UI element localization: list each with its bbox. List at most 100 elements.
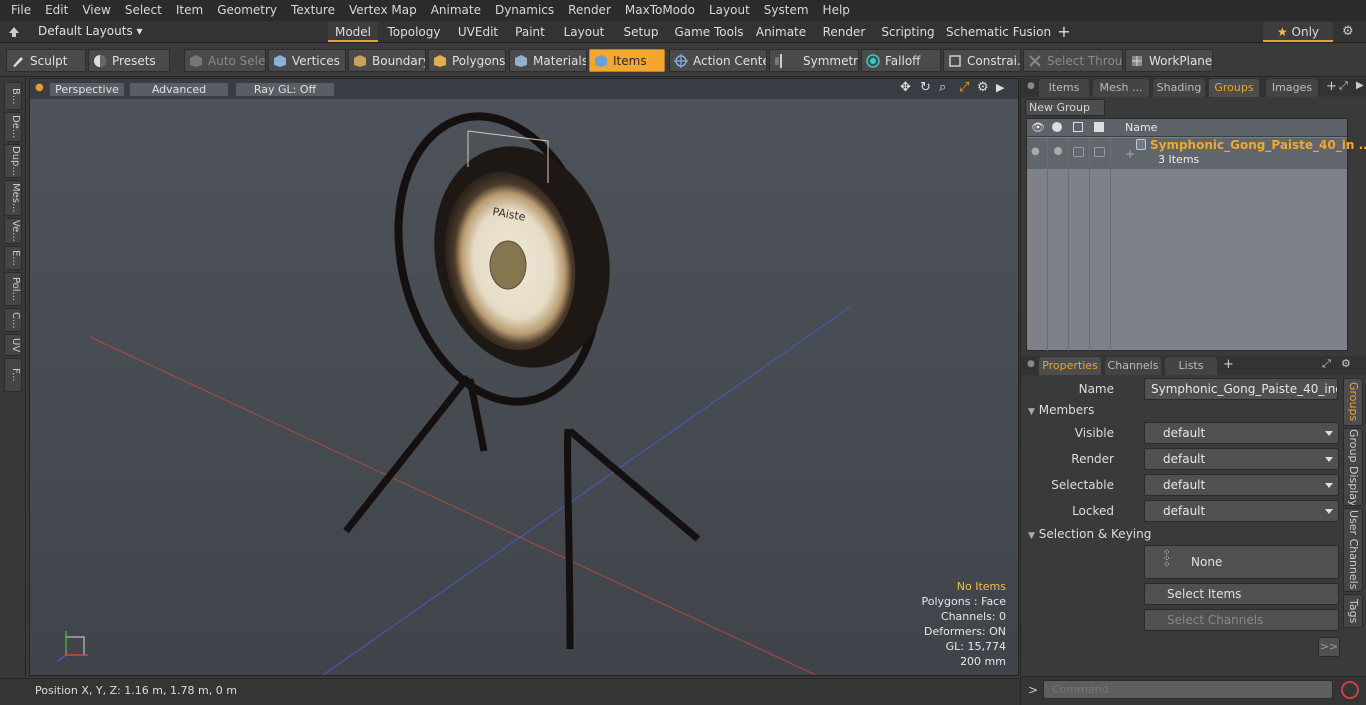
action-center-button[interactable]: Action Center [669,49,767,72]
render-icon[interactable] [1052,122,1062,132]
scene-canvas[interactable]: PAiste [30,79,1019,676]
left-tab-6[interactable]: Pol... [4,272,22,306]
selection-keying-section[interactable]: ▼ Selection & Keying [1028,525,1151,543]
selectable-dropdown[interactable]: default [1144,474,1339,496]
menu-layout[interactable]: Layout [702,0,757,21]
advanced-button[interactable]: Advanced [129,82,229,97]
record-icon[interactable] [1341,681,1359,699]
move-view-icon[interactable]: ✥ [900,80,911,95]
boundary-button[interactable]: Boundary [348,49,426,72]
left-tab-0[interactable]: B... [4,82,22,110]
mode-tab-uvedit[interactable]: UVEdit [452,22,504,42]
mode-tab-setup[interactable]: Setup [618,22,664,42]
panel-arrow-icon[interactable]: ▶ [1356,80,1364,91]
lock-icon[interactable] [1094,122,1104,132]
panel-tab-shading[interactable]: Shading [1153,79,1205,97]
mode-tab-topology[interactable]: Topology [384,22,444,42]
mode-tab-schematic-fusion[interactable]: Schematic Fusion [946,22,1051,42]
left-tab-8[interactable]: UV [4,334,22,356]
menu-select[interactable]: Select [118,0,169,21]
3d-viewport[interactable]: PAiste ● Perspective Advanced Ray GL: Of… [29,78,1019,676]
menu-texture[interactable]: Texture [284,0,342,21]
gear-icon[interactable]: ⚙ [1342,24,1354,39]
members-section[interactable]: ▼ Members [1028,401,1094,419]
menu-view[interactable]: View [75,0,117,21]
panel-tab-images[interactable]: Images [1266,79,1318,97]
mode-tab-scripting[interactable]: Scripting [878,22,938,42]
mode-tab-animate[interactable]: Animate [752,22,810,42]
falloff-button[interactable]: Falloff [861,49,941,72]
group-name[interactable]: Symphonic_Gong_Paiste_40_in ... [1150,138,1366,152]
select-channels-button[interactable]: Select Channels [1144,609,1339,631]
left-tab-1[interactable]: De... [4,112,22,142]
command-input[interactable] [1043,680,1333,699]
panel-tab-items[interactable]: Items [1039,79,1089,97]
workplane-button[interactable]: WorkPlane [1125,49,1213,72]
mode-tab-render[interactable]: Render [818,22,870,42]
menu-vertex-map[interactable]: Vertex Map [342,0,424,21]
menu-file[interactable]: File [4,0,38,21]
rotate-view-icon[interactable]: ↻ [920,80,931,95]
add-tab-button[interactable]: + [1057,22,1071,42]
add-panel-tab[interactable]: + [1326,79,1337,94]
mode-tab-game-tools[interactable]: Game Tools [670,22,748,42]
props-tab-properties[interactable]: Properties [1039,357,1101,375]
left-tab-2[interactable]: Dup... [4,144,22,178]
more-button[interactable]: >> [1318,637,1340,657]
menu-edit[interactable]: Edit [38,0,75,21]
raygl-button[interactable]: Ray GL: Off [235,82,335,97]
new-group-button[interactable]: New Group [1025,99,1105,116]
perspective-button[interactable]: Perspective [49,82,125,97]
presets-button[interactable]: Presets [88,49,170,72]
side-tab-tags[interactable]: Tags [1343,594,1363,628]
menu-dynamics[interactable]: Dynamics [488,0,561,21]
menu-render[interactable]: Render [561,0,618,21]
menu-item[interactable]: Item [169,0,210,21]
materials-button[interactable]: Materials [509,49,587,72]
name-field[interactable]: Symphonic_Gong_Paiste_40_inch_Rou [1144,378,1338,400]
vertices-button[interactable]: Vertices1 [268,49,346,72]
name-column-header[interactable]: Name [1125,121,1157,134]
mode-tab-model[interactable]: Model [328,22,378,42]
viewport-menu-icon[interactable]: ● [35,82,44,93]
props-menu-icon[interactable]: ● [1027,359,1035,369]
expand-arrow-icon[interactable]: ▶ [996,81,1004,94]
select-through-button[interactable]: Select Through [1023,49,1123,72]
visibility-eye-icon[interactable]: 👁 [1031,121,1045,134]
add-props-tab[interactable]: + [1223,357,1234,372]
menu-animate[interactable]: Animate [424,0,488,21]
panel-menu-icon[interactable]: ● [1027,81,1035,91]
zoom-view-icon[interactable]: ⌕ [939,80,946,95]
panel-expand-icon[interactable]: ⤢ [1339,79,1348,93]
left-tab-7[interactable]: C... [4,308,22,332]
row-render-icon[interactable] [1054,147,1062,155]
select-items-button[interactable]: Select Items [1144,583,1339,605]
row-lock-checkbox[interactable] [1094,147,1105,157]
left-tab-3[interactable]: Mes... [4,180,22,216]
props-tab-lists[interactable]: Lists [1165,357,1217,375]
left-tab-4[interactable]: Ve... [4,218,22,244]
constraints-button[interactable]: Constrai... [943,49,1021,72]
left-tab-9[interactable]: F... [4,358,22,392]
left-tab-5[interactable]: E... [4,246,22,270]
only-toggle[interactable]: ★ Only [1263,22,1333,42]
mode-tab-layout[interactable]: Layout [558,22,610,42]
props-expand-icon[interactable]: ⤢ [1322,357,1331,371]
polygons-button[interactable]: Polygons [428,49,506,72]
auto-select-button[interactable]: Auto Select [184,49,266,72]
maximize-view-icon[interactable]: ⤢ [959,80,969,95]
keying-none-button[interactable]: ⁘ ⁘ ⁘ None [1144,545,1339,579]
menu-maxtomodo[interactable]: MaxToModo [618,0,702,21]
row-eye-icon[interactable]: ● [1031,146,1040,157]
menu-geometry[interactable]: Geometry [210,0,284,21]
props-tab-channels[interactable]: Channels [1105,357,1161,375]
panel-tab-mesh[interactable]: Mesh ... [1093,79,1149,97]
props-gear-icon[interactable]: ⚙ [1341,357,1351,370]
symmetry-button[interactable]: Symmetry [769,49,859,72]
select-icon[interactable] [1073,122,1083,132]
menu-system[interactable]: System [757,0,816,21]
sculpt-button[interactable]: Sculpt [6,49,86,72]
view-settings-icon[interactable]: ⚙ [977,80,989,95]
side-tab-groups[interactable]: Groups [1343,378,1363,426]
mode-tab-paint[interactable]: Paint [508,22,552,42]
